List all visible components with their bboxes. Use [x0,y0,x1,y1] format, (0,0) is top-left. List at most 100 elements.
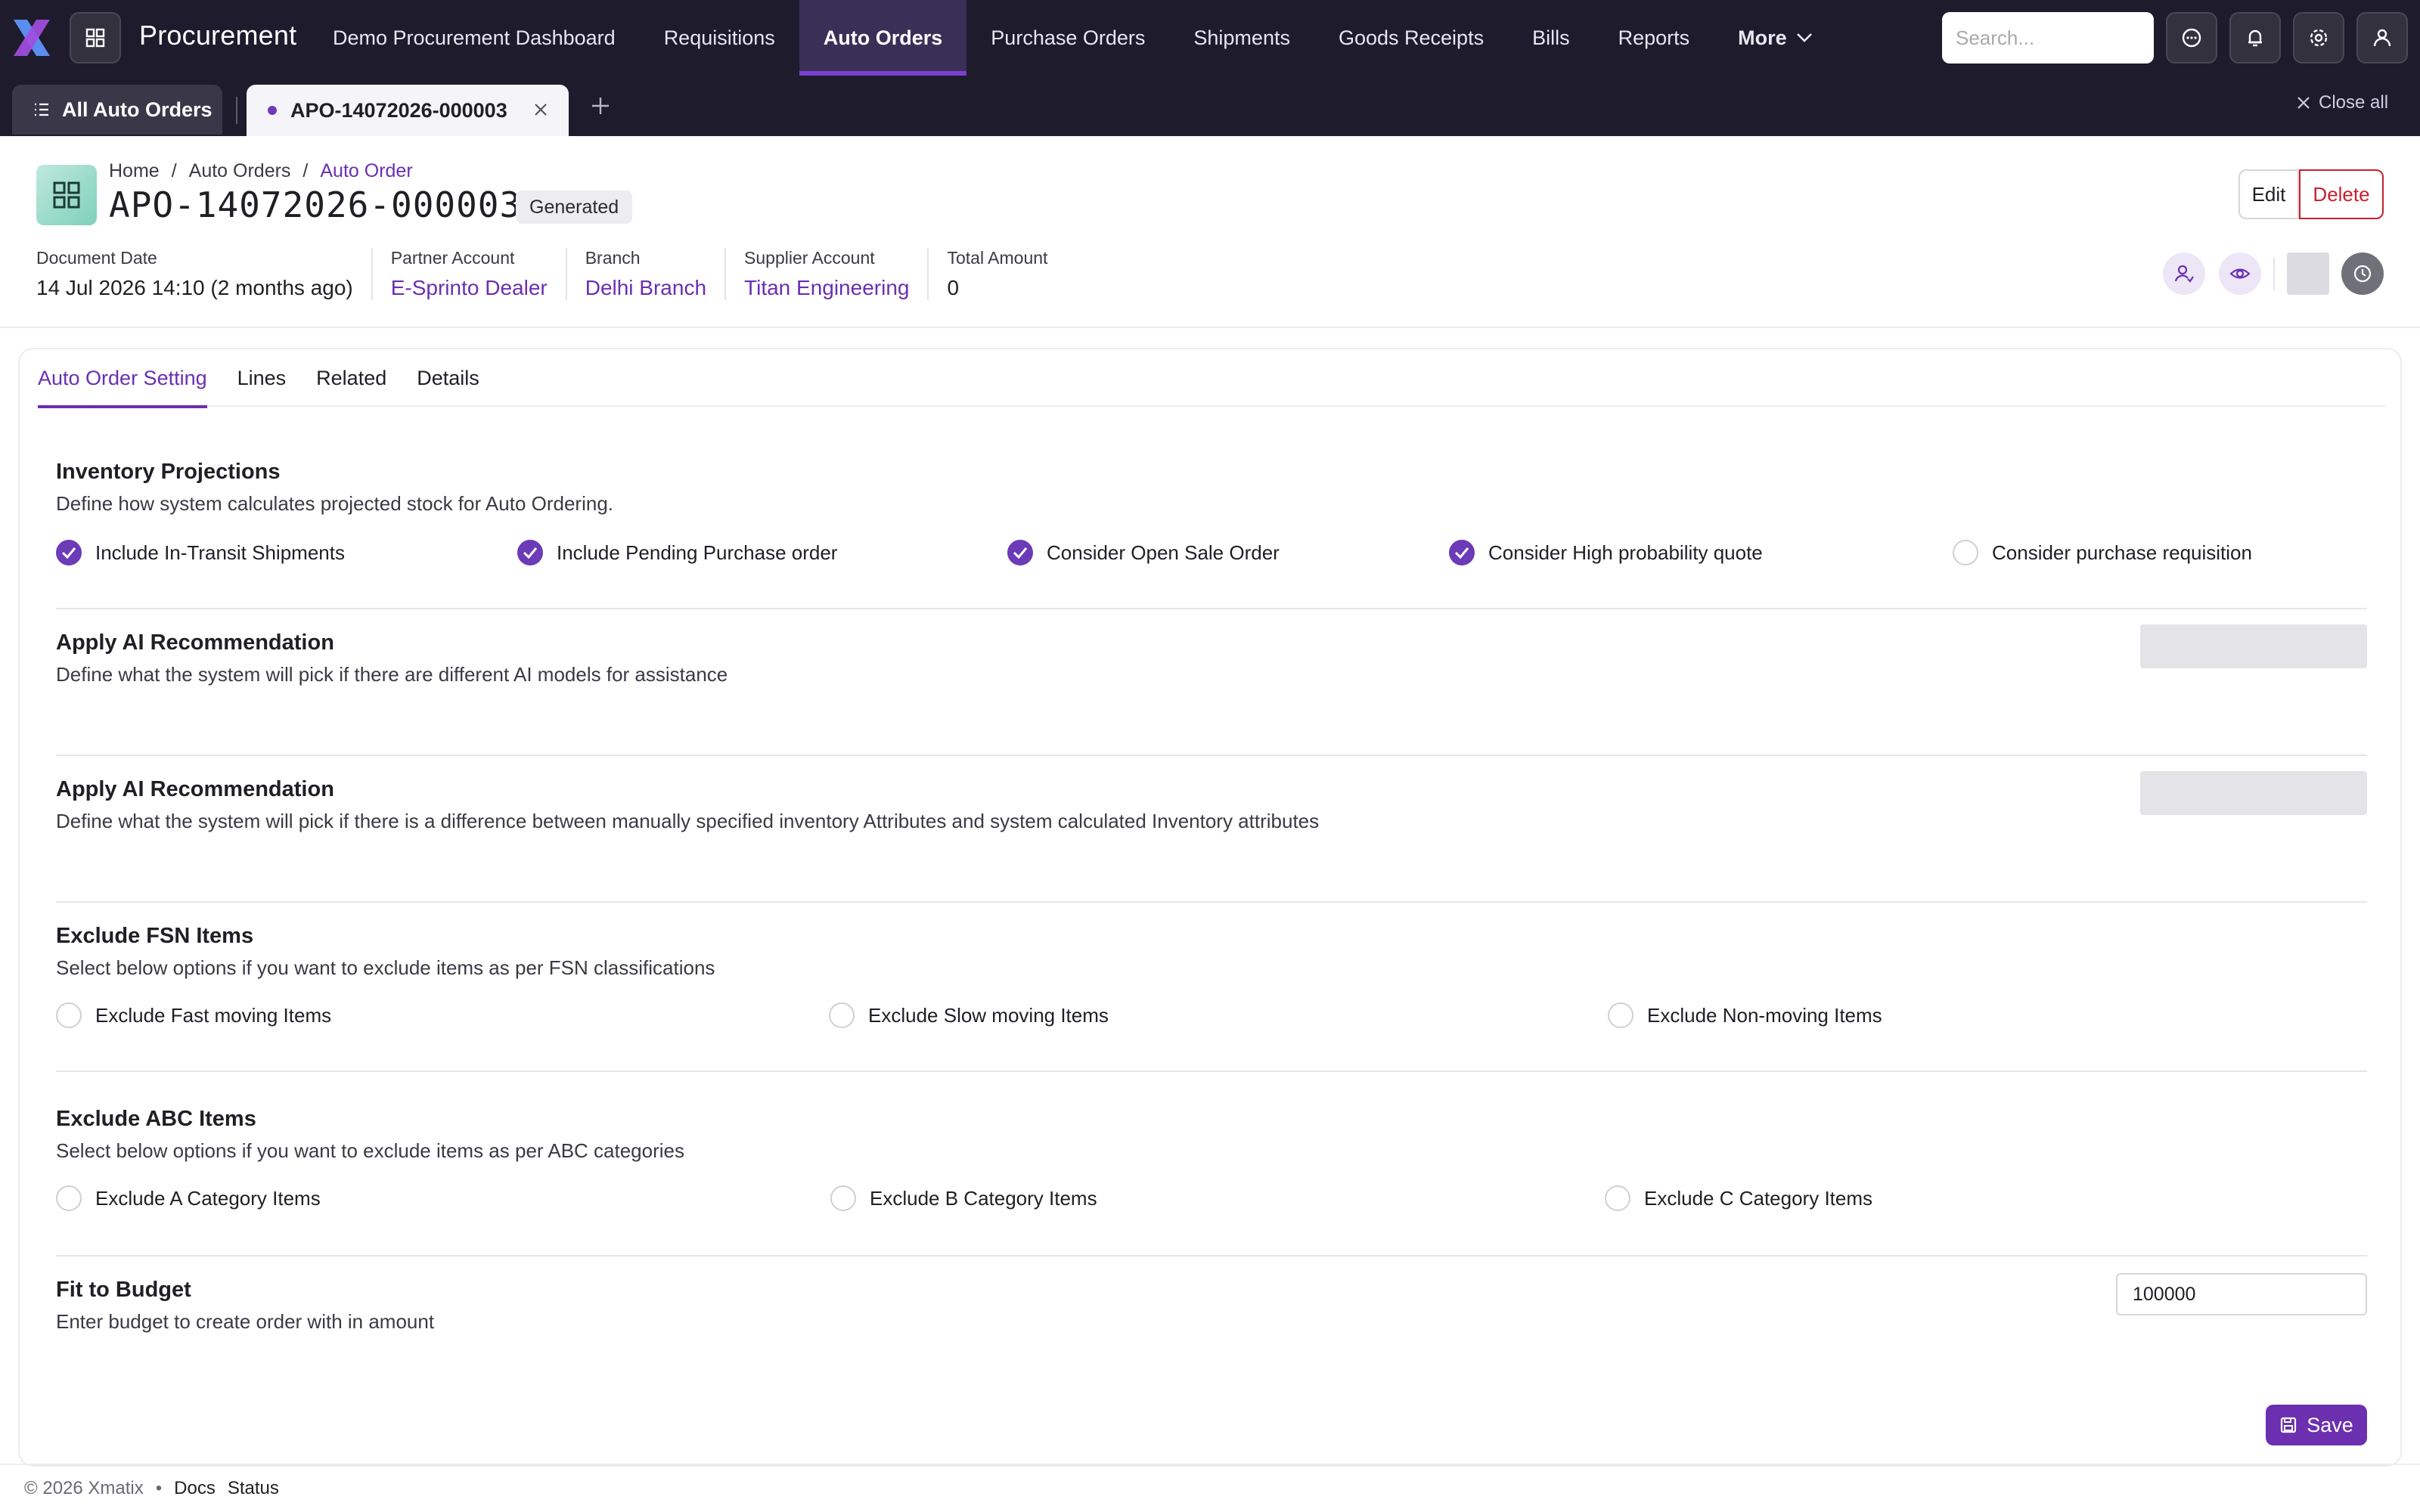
ai-model-select[interactable] [2140,624,2367,668]
top-navbar: Procurement Demo Procurement Dashboard R… [0,0,2420,76]
nav-item-shipments[interactable]: Shipments [1169,0,1314,76]
option-label: Consider purchase requisition [1992,541,2252,564]
search-input[interactable] [1942,12,2154,64]
option-open-sale-order[interactable]: Consider Open Sale Order [1007,540,1280,565]
section-description: Enter budget to create order with in amo… [56,1310,435,1333]
user-assign-icon [2174,265,2194,283]
breadcrumb-auto-orders[interactable]: Auto Orders [189,160,291,182]
checkbox-checked[interactable] [1449,540,1475,565]
checkbox-unchecked[interactable] [1605,1185,1630,1211]
option-exclude-b-category[interactable]: Exclude B Category Items [830,1185,1097,1211]
section-description: Define what the system will pick if ther… [56,663,728,686]
edit-button[interactable]: Edit [2238,169,2299,219]
nav-item-more[interactable]: More [1714,0,1837,76]
placeholder-action[interactable] [2287,253,2329,295]
watch-button[interactable] [2219,253,2261,295]
inventory-projections-section: Inventory Projections Define how system … [56,460,2367,609]
close-icon[interactable] [532,101,549,118]
profile-button[interactable] [2356,12,2408,64]
section-title: Apply AI Recommendation [56,631,334,655]
status-link[interactable]: Status [228,1478,279,1499]
meta-value: 14 Jul 2026 14:10 (2 months ago) [36,276,353,299]
checkbox-unchecked[interactable] [56,1185,82,1211]
nav-more-label: More [1738,26,1787,49]
option-exclude-a-category[interactable]: Exclude A Category Items [56,1185,321,1211]
branch-link[interactable]: Delhi Branch [585,276,706,300]
docs-link[interactable]: Docs [174,1478,216,1499]
nav-item-goods-receipts[interactable]: Goods Receipts [1314,0,1508,76]
check-icon [523,547,538,559]
section-title: Exclude ABC Items [56,1107,256,1131]
option-exclude-fast-moving[interactable]: Exclude Fast moving Items [56,1002,331,1028]
option-in-transit[interactable]: Include In-Transit Shipments [56,540,345,565]
assign-user-button[interactable] [2163,253,2205,295]
gear-icon [2310,29,2328,47]
save-button[interactable]: Save [2266,1405,2367,1445]
checkbox-checked[interactable] [56,540,82,565]
close-icon [2297,97,2310,109]
option-exclude-slow-moving[interactable]: Exclude Slow moving Items [829,1002,1109,1028]
tab-current-document[interactable]: APO-14072026-000003 [247,85,569,136]
tab-all-auto-orders[interactable]: All Auto Orders [12,85,222,135]
option-label: Include Pending Purchase order [557,541,838,564]
meta-partner-account: Partner Account E-Sprinto Dealer [371,248,566,300]
tab-all-label: All Auto Orders [62,98,213,121]
app-launcher-button[interactable] [70,12,121,64]
tab-details[interactable]: Details [417,349,479,407]
tab-auto-order-setting[interactable]: Auto Order Setting [38,349,207,408]
partner-account-link[interactable]: E-Sprinto Dealer [391,276,548,300]
tab-lines[interactable]: Lines [237,349,287,407]
nav-item-purchase-orders[interactable]: Purchase Orders [966,0,1169,76]
action-divider [2273,257,2275,290]
chat-icon [2182,28,2201,48]
settings-card: Auto Order Setting Lines Related Details… [18,348,2402,1467]
budget-amount-input[interactable]: 100000 [2116,1273,2367,1315]
meta-label: Partner Account [390,248,515,268]
nav-item-requisitions[interactable]: Requisitions [640,0,799,76]
checkbox-checked[interactable] [517,540,543,565]
option-high-probability-quote[interactable]: Consider High probability quote [1449,540,1763,565]
section-description: Select below options if you want to excl… [56,956,715,979]
nav-item-dashboard[interactable]: Demo Procurement Dashboard [309,0,640,76]
add-tab-icon[interactable] [590,95,611,116]
checkbox-unchecked[interactable] [830,1185,856,1211]
nav-item-bills[interactable]: Bills [1508,0,1594,76]
option-purchase-requisition[interactable]: Consider purchase requisition [1953,540,2252,565]
status-badge: Generated [516,191,633,224]
checkbox-unchecked[interactable] [1953,540,1978,565]
section-description: Define what the system will pick if ther… [56,810,1320,832]
nav-item-reports[interactable]: Reports [1594,0,1714,76]
notifications-button[interactable] [2229,12,2281,64]
fit-to-budget-section: Fit to Budget Enter budget to create ord… [56,1273,2367,1368]
option-exclude-c-category[interactable]: Exclude C Category Items [1605,1185,1872,1211]
history-button[interactable] [2341,253,2384,295]
option-exclude-non-moving[interactable]: Exclude Non-moving Items [1608,1002,1882,1028]
footer: © 2026 Xmatix • Docs Status [0,1464,2420,1512]
checkbox-unchecked[interactable] [1608,1002,1634,1028]
meta-total-amount: Total Amount 0 [927,248,1066,300]
xmatix-logo-icon[interactable] [11,17,53,59]
global-search [1942,12,2154,64]
option-pending-po[interactable]: Include Pending Purchase order [517,540,837,565]
checkbox-unchecked[interactable] [829,1002,855,1028]
check-icon [61,547,76,559]
section-description: Define how system calculates projected s… [56,492,614,515]
ai-attributes-select[interactable] [2140,771,2367,815]
settings-button[interactable] [2293,12,2344,64]
breadcrumb-home[interactable]: Home [109,160,160,182]
nav-item-auto-orders[interactable]: Auto Orders [799,0,967,76]
checkbox-unchecked[interactable] [56,1002,82,1028]
list-icon [35,103,48,116]
chat-button[interactable] [2166,12,2217,64]
option-label: Consider Open Sale Order [1047,541,1280,564]
supplier-account-link[interactable]: Titan Engineering [744,276,909,300]
footer-separator: • [155,1478,163,1498]
checkbox-checked[interactable] [1007,540,1033,565]
delete-button[interactable]: Delete [2299,169,2384,219]
close-all-tabs-button[interactable]: Close all [2296,92,2388,113]
meta-label: Branch [585,248,641,268]
option-label: Exclude A Category Items [95,1186,321,1210]
document-meta: Document Date 14 Jul 2026 14:10 (2 month… [36,248,1066,300]
tab-related[interactable]: Related [316,349,386,407]
section-title: Fit to Budget [56,1278,191,1302]
